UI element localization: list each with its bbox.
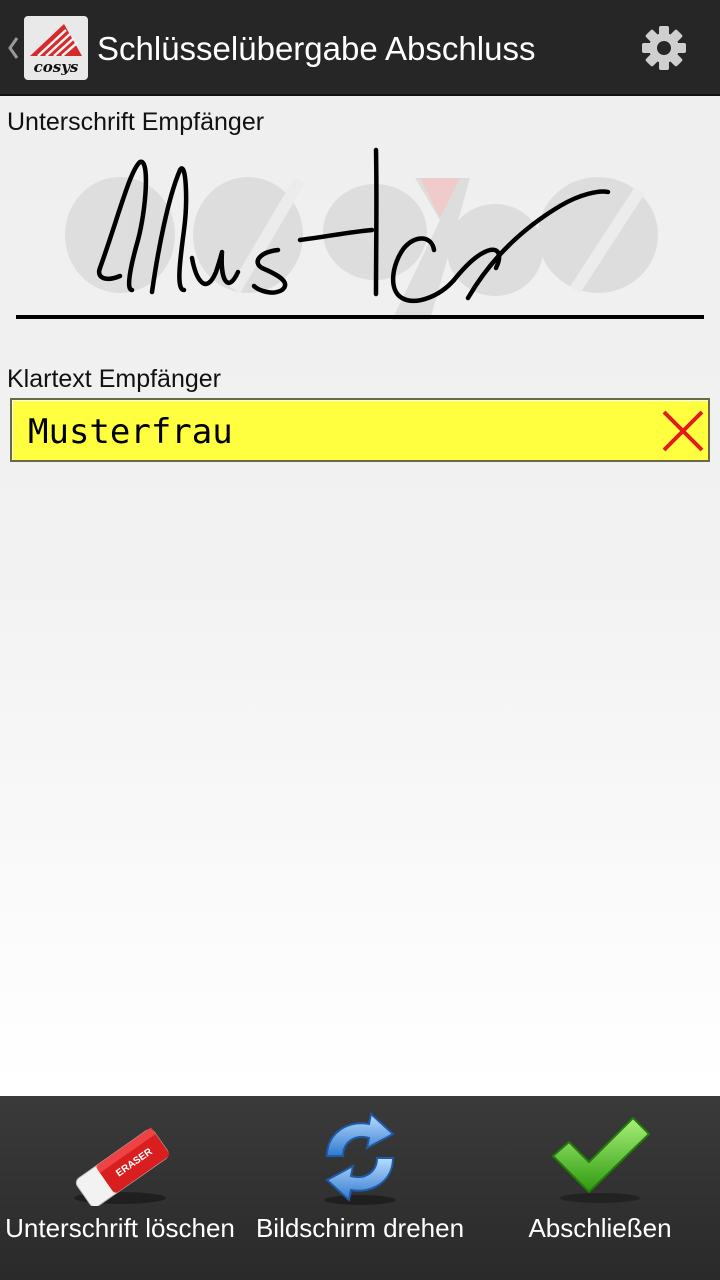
checkmark-icon	[552, 1117, 650, 1203]
cosys-logo-icon: cosys	[30, 24, 82, 76]
app-logo[interactable]: cosys	[24, 16, 88, 80]
signature-label: Unterschrift Empfänger	[7, 108, 265, 136]
clear-text-label: Klartext Empfänger	[7, 365, 221, 393]
clear-x-icon[interactable]	[660, 408, 706, 454]
finish-label: Abschließen	[528, 1213, 672, 1243]
eraser-icon: ERASER	[74, 1127, 169, 1206]
page-title: Schlüsselübergabe Abschluss	[97, 30, 536, 67]
gear-icon[interactable]	[638, 22, 690, 74]
delete-signature-label: Unterschrift löschen	[5, 1213, 235, 1243]
finish-button[interactable]: Abschließen	[480, 1096, 720, 1280]
signature-pad[interactable]	[0, 140, 720, 330]
delete-signature-button[interactable]: ERASER Unterschrift löschen	[0, 1096, 240, 1280]
action-bar: cosys Schlüsselübergabe Abschluss	[0, 0, 720, 96]
back-caret-icon[interactable]	[6, 30, 20, 66]
bottom-toolbar: ERASER Unterschrift löschen Bildschirm d…	[0, 1096, 720, 1280]
rotate-screen-label: Bildschirm drehen	[255, 1213, 465, 1243]
svg-text:cosys: cosys	[34, 58, 79, 76]
cosys-watermark-icon	[65, 176, 658, 320]
recipient-name-input[interactable]: Musterfrau	[10, 398, 710, 462]
recipient-name-value: Musterfrau	[28, 412, 233, 452]
rotate-screen-button[interactable]: Bildschirm drehen	[240, 1096, 480, 1280]
rotate-arrows-icon	[324, 1112, 396, 1205]
